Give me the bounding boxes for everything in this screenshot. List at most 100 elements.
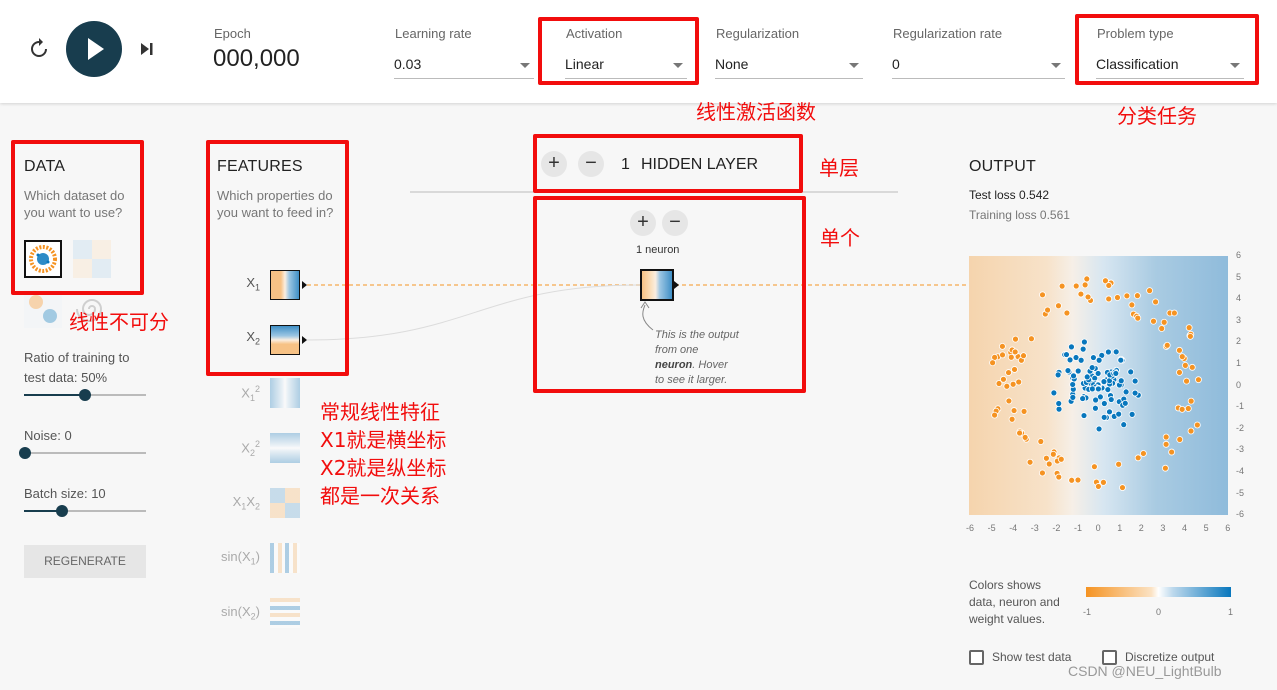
annotation-box-features (206, 140, 349, 376)
data-point (1114, 294, 1121, 301)
data-point (1131, 389, 1139, 397)
data-point (1068, 343, 1075, 351)
data-point (1069, 394, 1077, 401)
x-tick-label: -4 (1009, 523, 1018, 533)
x-tick-label: -6 (966, 523, 975, 533)
data-point (1187, 397, 1195, 405)
data-point (1007, 353, 1015, 361)
data-point (1094, 370, 1102, 377)
legend-line-2: data, neuron and (969, 595, 1060, 609)
data-point (1074, 367, 1082, 375)
x-tick-label: -2 (1052, 523, 1061, 533)
data-point (1128, 410, 1136, 418)
data-point (1123, 292, 1131, 300)
annotation-feature-note-3: X2就是纵坐标 (320, 456, 447, 480)
x-tick-label: 5 (1203, 523, 1209, 533)
x-tick-label: -5 (987, 523, 996, 533)
data-point (1083, 275, 1091, 283)
data-point (1152, 298, 1159, 306)
data-point (1112, 370, 1120, 377)
data-point (1094, 483, 1102, 490)
data-point (1081, 281, 1089, 289)
data-point (1008, 415, 1016, 423)
y-tick-label: 6 (1236, 250, 1242, 260)
data-point (1105, 295, 1113, 303)
data-point (1016, 429, 1024, 437)
data-point (1195, 376, 1202, 384)
y-tick-label: 3 (1236, 314, 1242, 325)
data-point (1005, 369, 1012, 376)
data-point (1176, 436, 1184, 443)
y-tick-label: 2 (1236, 336, 1242, 347)
show-test-data-checkbox[interactable] (969, 650, 984, 665)
data-point (1055, 400, 1063, 407)
data-point (1057, 455, 1065, 463)
data-point (1107, 396, 1115, 403)
data-point (1117, 356, 1125, 364)
y-tick-label: -1 (1236, 401, 1245, 412)
data-point (1134, 314, 1142, 322)
y-tick-label: -3 (1236, 444, 1245, 455)
data-point (1069, 381, 1077, 388)
output-title: OUTPUT (969, 158, 1036, 175)
x-tick-label: 3 (1160, 523, 1166, 533)
data-point (1068, 476, 1076, 484)
data-point (1088, 364, 1096, 371)
data-point (1134, 454, 1142, 462)
data-point (1150, 317, 1157, 325)
data-point (1003, 382, 1011, 390)
data-point (1010, 407, 1018, 414)
data-point (1119, 484, 1126, 491)
data-point (1012, 335, 1019, 343)
data-point (1070, 372, 1077, 380)
annotation-data-note: 线性不可分 (69, 310, 169, 334)
data-point (1170, 309, 1178, 317)
data-point (1120, 421, 1128, 429)
annotation-neuron-note: 单个 (820, 226, 860, 250)
data-point (1079, 395, 1087, 402)
data-point (1162, 433, 1170, 441)
data-point (1088, 385, 1096, 393)
data-point (1055, 473, 1063, 481)
y-tick-label: 4 (1236, 293, 1242, 304)
annotation-layer-note: 单层 (819, 156, 859, 180)
annotation-box-problem-type (1075, 14, 1259, 85)
data-point (1131, 377, 1139, 385)
x-tick-label: 0 (1095, 523, 1101, 533)
data-point (1039, 291, 1046, 299)
data-point (991, 411, 998, 419)
data-point (1090, 354, 1097, 361)
data-point (1187, 427, 1195, 435)
x-tick-label: 4 (1182, 523, 1188, 533)
data-point (1115, 460, 1123, 468)
data-point (1021, 433, 1029, 441)
color-scale-mid: 0 (1156, 607, 1162, 617)
data-point (1037, 438, 1045, 445)
y-tick-label: -4 (1236, 466, 1245, 476)
annotation-problem-note: 分类任务 (1117, 104, 1197, 128)
data-point (1160, 318, 1168, 326)
data-point (999, 351, 1006, 359)
data-point (1178, 405, 1186, 413)
x-tick-label: 6 (1225, 523, 1231, 533)
data-point (1162, 440, 1170, 448)
data-point (1084, 293, 1092, 301)
data-point (1185, 324, 1193, 332)
data-point (989, 359, 997, 367)
data-point (1112, 348, 1120, 356)
data-point (1092, 404, 1099, 412)
x-tick-label: -1 (1074, 523, 1083, 533)
annotation-activation-note: 线性激活函数 (696, 100, 816, 124)
test-loss: Test loss 0.542 (969, 188, 1050, 202)
data-point (1127, 368, 1135, 376)
data-point (1163, 341, 1171, 349)
data-point (1158, 325, 1166, 332)
data-point (1055, 302, 1062, 310)
data-point (1193, 421, 1201, 429)
data-point (1133, 292, 1141, 300)
data-point (1105, 282, 1113, 289)
data-point (1128, 301, 1136, 309)
data-point (1121, 399, 1129, 407)
data-point (1050, 389, 1058, 397)
data-point (1188, 363, 1196, 371)
